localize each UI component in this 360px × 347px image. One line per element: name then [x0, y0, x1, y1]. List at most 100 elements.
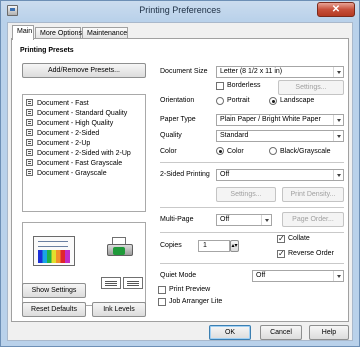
color-option-label: Color: [227, 148, 244, 155]
collated-pages-icon: [101, 277, 121, 289]
preset-label: Document - Standard Quality: [37, 110, 128, 117]
two-sided-printing-label: 2-Sided Printing: [160, 171, 210, 178]
multi-page-label: Multi-Page: [160, 216, 194, 223]
paper-type-label: Paper Type: [160, 116, 196, 123]
job-arranger-lite-checkbox[interactable]: [158, 298, 166, 306]
portrait-label: Portrait: [227, 97, 250, 104]
two-sided-printing-value: Off: [220, 171, 230, 178]
preset-label: Document - High Quality: [37, 120, 114, 127]
copies-spin-button[interactable]: ▴▾: [230, 240, 239, 252]
paper-preview-icon: [33, 236, 75, 266]
list-item[interactable]: Document - 2-Sided with 2-Up: [26, 149, 131, 159]
document-icon: [26, 169, 33, 176]
green-arrow-icon: [113, 247, 125, 255]
quality-value: Standard: [220, 132, 249, 139]
ink-levels-button[interactable]: Ink Levels: [92, 302, 146, 317]
chevron-down-icon: [333, 271, 343, 281]
divider: [160, 263, 344, 264]
cancel-button[interactable]: Cancel: [260, 325, 302, 340]
borderless-checkbox[interactable]: [216, 82, 224, 90]
black-grayscale-radio[interactable]: [269, 147, 277, 155]
chevron-down-icon: [333, 67, 343, 77]
reverse-order-pages-icon: [123, 277, 143, 289]
spin-arrows-icon: ▴▾: [231, 243, 238, 249]
reverse-order-checkbox[interactable]: [277, 249, 285, 258]
quiet-mode-label: Quiet Mode: [160, 272, 197, 279]
help-button[interactable]: Help: [309, 325, 349, 340]
borderless-label: Borderless: [227, 82, 261, 89]
list-item[interactable]: Document - High Quality: [26, 119, 113, 129]
multi-page-value: Off: [220, 216, 230, 223]
page-order-button[interactable]: Page Order...: [282, 212, 344, 227]
color-bars-icon: [38, 250, 70, 263]
preset-label: Document - 2-Sided with 2-Up: [37, 150, 131, 157]
landscape-radio[interactable]: [269, 97, 277, 105]
document-size-label: Document Size: [160, 68, 208, 75]
document-icon: [26, 149, 33, 156]
paper-type-select[interactable]: Plain Paper / Bright White Paper: [216, 114, 344, 126]
show-settings-button[interactable]: Show Settings: [22, 283, 86, 298]
two-sided-printing-select[interactable]: Off: [216, 169, 344, 181]
preset-label: Document - 2-Sided: [37, 130, 100, 137]
quality-select[interactable]: Standard: [216, 130, 344, 142]
document-size-value: Letter (8 1/2 x 11 in): [220, 68, 283, 75]
paper-type-value: Plain Paper / Bright White Paper: [220, 116, 321, 123]
printer-icon: [107, 237, 135, 259]
document-size-select[interactable]: Letter (8 1/2 x 11 in): [216, 66, 344, 78]
document-icon: [26, 159, 33, 166]
divider: [160, 162, 344, 163]
main-tab-panel: Printing Presets Add/Remove Presets... D…: [11, 38, 349, 322]
add-remove-presets-button[interactable]: Add/Remove Presets...: [22, 63, 146, 78]
orientation-label: Orientation: [160, 97, 195, 104]
print-preview-checkbox[interactable]: [158, 286, 166, 294]
landscape-label: Landscape: [280, 97, 315, 104]
color-radio[interactable]: [216, 147, 224, 155]
copies-label: Copies: [160, 242, 182, 249]
list-item[interactable]: Document - Grayscale: [26, 169, 107, 179]
tab-main[interactable]: Main: [12, 25, 34, 40]
collate-label: Collate: [288, 235, 310, 242]
preset-label: Document - Grayscale: [37, 170, 107, 177]
list-item[interactable]: Document - Standard Quality: [26, 109, 127, 119]
text-lines-icon: [38, 241, 68, 247]
borderless-settings-button[interactable]: Settings...: [278, 80, 344, 95]
printing-presets-heading: Printing Presets: [20, 47, 74, 54]
portrait-radio[interactable]: [216, 97, 224, 105]
preset-label: Document - Fast Grayscale: [37, 160, 123, 167]
printing-preferences-window: Printing Preferences ✕ Main More Options…: [0, 0, 360, 347]
collate-checkbox[interactable]: [277, 234, 285, 243]
chevron-down-icon: [333, 170, 343, 180]
list-item[interactable]: Document - Fast Grayscale: [26, 159, 122, 169]
document-icon: [26, 139, 33, 146]
multi-page-select[interactable]: Off: [216, 214, 272, 226]
close-button[interactable]: ✕: [317, 2, 355, 17]
copies-stepper[interactable]: 1: [198, 240, 230, 252]
two-sided-settings-button[interactable]: Settings...: [216, 187, 276, 202]
preset-label: Document - Fast: [37, 100, 89, 107]
title-bar[interactable]: Printing Preferences ✕: [1, 1, 359, 21]
color-label: Color: [160, 148, 177, 155]
reset-defaults-button[interactable]: Reset Defaults: [22, 302, 86, 317]
reverse-order-label: Reverse Order: [288, 250, 334, 257]
list-item[interactable]: Document - 2-Sided: [26, 129, 99, 139]
chevron-down-icon: [261, 215, 271, 225]
quiet-mode-select[interactable]: Off: [252, 270, 344, 282]
divider: [160, 207, 344, 208]
ok-button[interactable]: OK: [209, 325, 251, 340]
divider: [160, 232, 344, 233]
list-item[interactable]: Document - Fast: [26, 99, 89, 109]
presets-list[interactable]: Document - Fast Document - Standard Qual…: [22, 94, 146, 212]
document-icon: [26, 129, 33, 136]
job-arranger-lite-label: Job Arranger Lite: [169, 298, 223, 305]
window-title: Printing Preferences: [139, 5, 221, 15]
document-icon: [26, 99, 33, 106]
quiet-mode-value: Off: [256, 272, 266, 279]
copies-value: 1: [203, 242, 207, 249]
dialog-client-area: Main More Options Maintenance Printing P…: [7, 22, 353, 341]
print-preview-label: Print Preview: [169, 286, 211, 293]
chevron-down-icon: [333, 131, 343, 141]
document-icon: [26, 119, 33, 126]
print-density-button[interactable]: Print Density...: [282, 187, 344, 202]
list-item[interactable]: Document - 2-Up: [26, 139, 90, 149]
black-grayscale-label: Black/Grayscale: [280, 148, 331, 155]
